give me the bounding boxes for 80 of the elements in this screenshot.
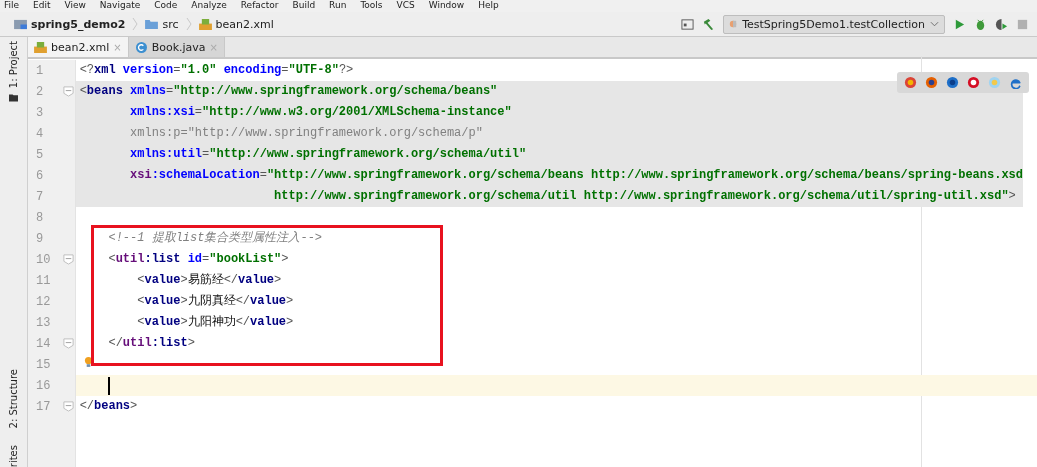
code-line: </util:list>	[107, 335, 195, 352]
menu-item[interactable]: Navigate	[99, 0, 141, 12]
coverage-icon[interactable]	[995, 17, 1008, 31]
fold-marker-icon[interactable]	[62, 86, 74, 97]
menu-item[interactable]: Analyze	[191, 0, 227, 12]
line-number: 11	[36, 273, 51, 288]
browser-icon[interactable]	[946, 76, 959, 89]
fold-marker-icon[interactable]	[62, 401, 74, 412]
xml-file-icon	[198, 18, 212, 30]
bug-icon[interactable]	[974, 17, 987, 31]
browser-icon[interactable]	[967, 76, 980, 89]
run-config-icon	[729, 20, 738, 28]
line-number: 3	[36, 105, 44, 120]
chevron-icon	[132, 17, 139, 31]
caret-icon	[930, 21, 939, 27]
menu-item[interactable]: Code	[154, 0, 178, 12]
line-number: 14	[36, 336, 51, 351]
line-number: 2	[36, 84, 44, 99]
browser-icon[interactable]	[925, 76, 938, 89]
code-line: <value>九阴真经</value>	[136, 293, 294, 310]
line-number: 7	[36, 189, 44, 204]
code-line: xmlns:xsi="http://www.w3.org/2001/XMLSchema-instance"	[129, 104, 512, 121]
text-cursor	[107, 376, 110, 395]
browser-icon[interactable]	[1009, 76, 1022, 89]
lightbulb-icon[interactable]	[83, 356, 93, 367]
stop-icon[interactable]	[1016, 17, 1029, 31]
line-number: 10	[36, 252, 51, 267]
code-line: <value>九阳神功</value>	[136, 314, 294, 331]
layout-icon[interactable]	[681, 17, 695, 31]
code-line: <beans xmlns="http://www.springframework.org/schema/beans"	[79, 83, 498, 100]
menu-item[interactable]: Tools	[360, 0, 383, 12]
folder-icon	[145, 18, 159, 30]
browser-icon[interactable]	[904, 76, 917, 89]
line-number: 16	[36, 378, 51, 393]
fold-marker-icon[interactable]	[62, 338, 74, 349]
xml-file-icon	[34, 41, 47, 53]
menu-item[interactable]: Window	[428, 0, 465, 12]
folder-icon	[9, 94, 18, 103]
tool-window-tab[interactable]: rites	[8, 444, 19, 467]
menu-item[interactable]: Build	[292, 0, 316, 12]
line-number: 13	[36, 315, 51, 330]
hammer-icon[interactable]	[702, 17, 716, 31]
breadcrumb-item[interactable]: src	[162, 17, 179, 31]
menu-item[interactable]: Help	[478, 0, 499, 12]
code-line: <?xml version="1.0" encoding="UTF-8"?>	[79, 62, 354, 79]
project-folder-icon	[14, 18, 27, 30]
code-line: xsi:schemaLocation="http://www.springframework.org/schema/beans http://www.springframework.org/schema/beans/spring-beans.xsd	[129, 167, 1023, 184]
menu-item[interactable]: Refactor	[240, 0, 279, 12]
line-number: 9	[36, 231, 44, 246]
line-number: 12	[36, 294, 51, 309]
tool-window-tab[interactable]: 1: Project	[8, 41, 19, 89]
line-number: 5	[36, 147, 44, 162]
menu-item[interactable]: File	[4, 0, 20, 12]
line-number: 15	[36, 357, 51, 372]
menu-item[interactable]: Edit	[33, 0, 51, 12]
line-number: 8	[36, 210, 44, 225]
code-line: <util:list id="bookList">	[107, 251, 289, 268]
play-icon[interactable]	[953, 17, 966, 31]
editor-tab[interactable]: Book.java ×	[128, 37, 225, 57]
menu-item[interactable]: Run	[329, 0, 347, 12]
tool-window-tab[interactable]: 2: Structure	[8, 369, 19, 429]
menu-item[interactable]: VCS	[396, 0, 415, 12]
menu-item[interactable]: View	[64, 0, 86, 12]
code-line: xmlns:util="http://www.springframework.org/schema/util"	[129, 146, 527, 163]
line-number: 4	[36, 126, 44, 141]
line-number: 1	[36, 63, 44, 78]
run-configuration-dropdown[interactable]: TestSpring5Demo1.testCollection	[723, 14, 945, 34]
code-line: http://www.springframework.org/schema/util http://www.springframework.org/schema/util/spring-util.xsd">	[273, 188, 1016, 205]
code-line: xmlns:p="http://www.springframework.org/schema/p"	[129, 125, 483, 142]
breadcrumb-item[interactable]: bean2.xml	[215, 17, 274, 31]
code-line: <value>易筋经</value>	[136, 272, 282, 289]
line-number: 6	[36, 168, 44, 183]
fold-marker-icon[interactable]	[62, 254, 74, 265]
code-line: <!--1 提取list集合类型属性注入-->	[107, 230, 323, 247]
class-file-icon	[134, 41, 148, 53]
breadcrumb-item[interactable]: spring5_demo2	[31, 17, 126, 31]
line-number: 17	[36, 399, 51, 414]
chevron-icon	[185, 17, 192, 31]
code-line: </beans>	[79, 398, 138, 415]
editor-tab[interactable]: bean2.xml ×	[28, 37, 129, 57]
